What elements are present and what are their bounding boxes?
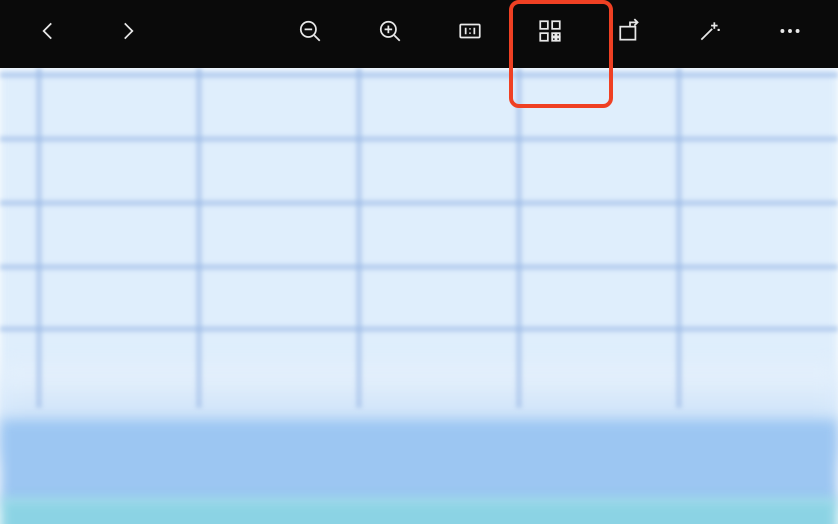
arrow-right-icon xyxy=(115,18,141,49)
qr-code-button[interactable] xyxy=(524,14,576,52)
back-button[interactable] xyxy=(22,14,74,52)
nav-group xyxy=(0,14,154,52)
more-horizontal-icon xyxy=(777,18,803,49)
actual-size-button[interactable] xyxy=(444,14,496,52)
qr-code-icon xyxy=(537,18,563,49)
wand-icon xyxy=(697,18,723,49)
zoom-out-icon xyxy=(297,18,323,49)
rotate-button[interactable] xyxy=(604,14,656,52)
toolbar xyxy=(0,0,838,68)
magic-wand-button[interactable] xyxy=(684,14,736,52)
forward-button[interactable] xyxy=(102,14,154,52)
zoom-in-button[interactable] xyxy=(364,14,416,52)
rotate-icon xyxy=(617,18,643,49)
one-to-one-icon xyxy=(457,18,483,49)
zoom-in-icon xyxy=(377,18,403,49)
actions-group xyxy=(284,14,838,52)
image-viewer-area[interactable] xyxy=(0,68,838,524)
more-options-button[interactable] xyxy=(764,14,816,52)
arrow-left-icon xyxy=(35,18,61,49)
zoom-out-button[interactable] xyxy=(284,14,336,52)
blurred-image-content xyxy=(0,68,838,524)
